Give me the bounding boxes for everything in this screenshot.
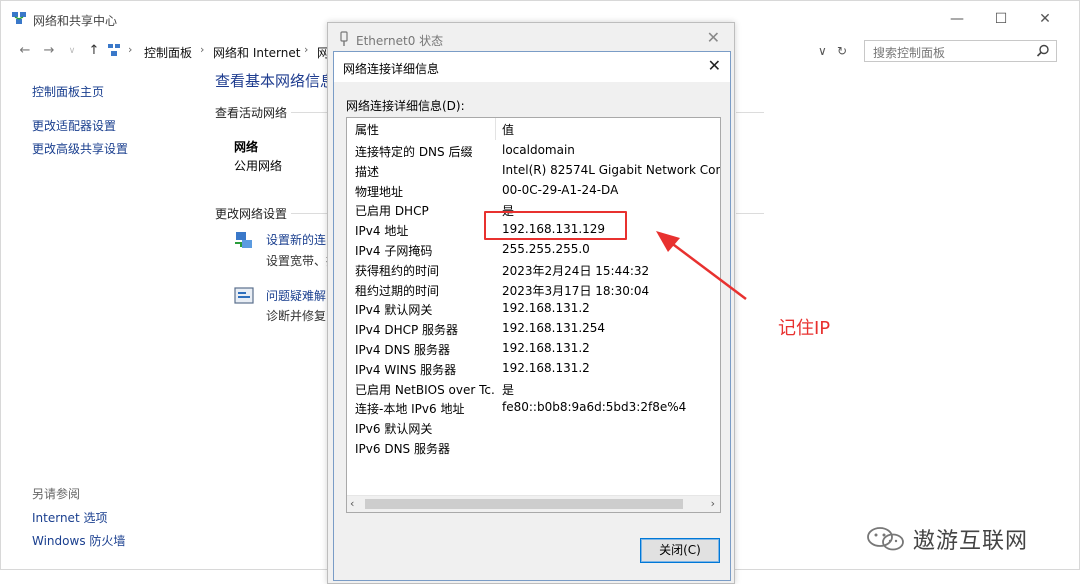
network-type-link[interactable]: 公用网络 (234, 157, 282, 174)
detail-row[interactable]: 物理地址 00-0C-29-A1-24-DA (347, 180, 720, 200)
connection-details-dialog: 网络连接详细信息 ✕ 网络连接详细信息(D): 属性 值 连接特定的 DNS 后… (333, 51, 731, 581)
active-networks-label: 查看活动网络 (215, 106, 288, 120)
search-placeholder: 搜索控制面板 (873, 46, 946, 60)
dialog-title-bar: 网络连接详细信息 ✕ (334, 52, 730, 82)
detail-value: 192.168.131.2 (502, 360, 590, 375)
detail-property: IPv6 默认网关 (355, 422, 433, 437)
ip-highlight-box (484, 211, 627, 240)
detail-property: IPv6 DNS 服务器 (355, 442, 450, 456)
detail-value: 2023年3月17日 18:30:04 (502, 283, 650, 298)
section-divider (291, 112, 331, 113)
refresh-icon[interactable]: ↻ (837, 44, 847, 58)
troubleshoot-icon (234, 287, 254, 304)
sidebar-item-control-panel-home[interactable]: 控制面板主页 (32, 83, 104, 100)
detail-value: 192.168.131.2 (502, 301, 590, 316)
ethernet-icon (340, 31, 348, 46)
column-header-value[interactable]: 值 (502, 121, 514, 138)
page-title: 查看基本网络信息 (215, 72, 336, 90)
status-close-button[interactable]: ✕ (707, 28, 720, 47)
sidebar-item-internet-options[interactable]: Internet 选项 (32, 509, 107, 526)
annotation-arrow (656, 231, 747, 300)
address-dropdown-icon[interactable]: ∨ (818, 44, 827, 58)
dialog-title: 网络连接详细信息 (343, 62, 440, 76)
detail-row[interactable]: IPv4 DHCP 服务器 192.168.131.254 (347, 318, 720, 338)
breadcrumb-separator: › (304, 43, 309, 56)
list-header: 属性 值 (347, 118, 720, 138)
search-input[interactable]: 搜索控制面板 (864, 40, 1057, 62)
sidebar-item-windows-firewall[interactable]: Windows 防火墙 (32, 532, 125, 549)
detail-value: 00-0C-29-A1-24-DA (502, 182, 619, 197)
detail-property: 连接-本地 IPv6 地址 (355, 402, 465, 417)
section-divider (291, 213, 331, 214)
detail-value: 192.168.131.254 (502, 321, 606, 336)
details-list-label: 网络连接详细信息(D): (346, 99, 465, 113)
see-also-heading: 另请参阅 (32, 487, 81, 501)
detail-property: 描述 (355, 164, 380, 179)
detail-value: fe80::b0b8:9a6d:5bd3:2f8e%4 (502, 400, 687, 415)
breadcrumb-separator: › (200, 43, 205, 56)
setup-connection-link[interactable]: 设置新的连 (266, 231, 326, 248)
column-separator[interactable] (495, 118, 496, 140)
close-button[interactable]: ✕ (1027, 7, 1063, 31)
detail-property: IPv4 地址 (355, 224, 409, 239)
up-button[interactable]: ↑ (86, 42, 102, 60)
scrollbar-thumb[interactable] (365, 499, 683, 509)
detail-row[interactable]: IPv4 DNS 服务器 192.168.131.2 (347, 338, 720, 358)
detail-property: IPv4 DHCP 服务器 (355, 323, 459, 338)
detail-value: 2023年2月24日 15:44:32 (502, 263, 650, 278)
dialog-close-button[interactable]: ✕ (708, 56, 721, 75)
breadcrumb-separator: › (128, 43, 133, 56)
detail-value: Intel(R) 82574L Gigabit Network Connec (502, 162, 721, 177)
detail-property: 租约过期的时间 (355, 283, 440, 298)
recent-dropdown-icon[interactable]: ∨ (64, 42, 80, 60)
close-dialog-button[interactable]: 关闭(C) (640, 538, 720, 563)
detail-row[interactable]: IPv6 DNS 服务器 (347, 437, 720, 457)
detail-property: 已启用 DHCP (355, 204, 429, 219)
detail-value: 192.168.131.2 (502, 341, 590, 355)
new-connection-icon (235, 232, 252, 248)
change-settings-label: 更改网络设置 (215, 207, 288, 221)
minimize-button[interactable]: — (939, 7, 975, 31)
network-name: 网络 (234, 140, 259, 154)
troubleshoot-link[interactable]: 问题疑难解 (266, 287, 326, 304)
detail-property: IPv4 默认网关 (355, 303, 433, 318)
column-header-property[interactable]: 属性 (355, 121, 495, 138)
detail-property: IPv4 子网掩码 (355, 244, 433, 258)
breadcrumb-network-internet[interactable]: 网络和 Internet (213, 44, 300, 61)
detail-property: 连接特定的 DNS 后缀 (355, 145, 473, 159)
detail-property: IPv4 WINS 服务器 (355, 362, 457, 377)
section-divider (736, 213, 764, 214)
back-button[interactable]: ← (17, 42, 33, 60)
detail-row[interactable]: IPv4 WINS 服务器 192.168.131.2 (347, 358, 720, 378)
network-icon (12, 12, 26, 24)
detail-row[interactable]: IPv6 默认网关 (347, 417, 720, 437)
detail-row[interactable]: 连接特定的 DNS 后缀 localdomain (347, 140, 720, 160)
detail-value: 是 (502, 382, 515, 397)
detail-row[interactable]: 描述 Intel(R) 82574L Gigabit Network Connec (347, 160, 720, 180)
watermark-text: 遨游互联网 (913, 529, 1029, 554)
horizontal-scrollbar[interactable]: ‹ › (347, 495, 720, 512)
scroll-left-arrow[interactable]: ‹ (350, 497, 354, 510)
detail-property: 物理地址 (355, 184, 404, 199)
scroll-right-arrow[interactable]: › (711, 497, 715, 510)
forward-button[interactable]: → (41, 42, 57, 60)
detail-property: 获得租约的时间 (355, 263, 440, 278)
section-divider (736, 112, 764, 113)
control-panel-icon (108, 44, 120, 56)
sidebar-item-advanced-sharing[interactable]: 更改高级共享设置 (32, 140, 128, 157)
wechat-icon (867, 527, 904, 551)
detail-property: IPv4 DNS 服务器 (355, 343, 450, 357)
detail-value: localdomain (502, 143, 575, 157)
window-title: 网络和共享中心 (33, 14, 118, 28)
breadcrumb-control-panel[interactable]: 控制面板 (144, 44, 192, 61)
detail-row[interactable]: 已启用 NetBIOS over Tc... 是 (347, 378, 720, 398)
detail-value: 255.255.255.0 (502, 242, 590, 256)
annotation-note: 记住IP (778, 318, 831, 339)
search-icon[interactable] (1036, 44, 1050, 58)
sidebar-item-change-adapter[interactable]: 更改适配器设置 (32, 117, 116, 134)
status-window-title: Ethernet0 状态 (356, 34, 444, 48)
maximize-button[interactable]: ☐ (983, 7, 1019, 31)
detail-property: 已启用 NetBIOS over Tc... (355, 382, 495, 397)
detail-row[interactable]: 连接-本地 IPv6 地址 fe80::b0b8:9a6d:5bd3:2f8e%4 (347, 397, 720, 417)
